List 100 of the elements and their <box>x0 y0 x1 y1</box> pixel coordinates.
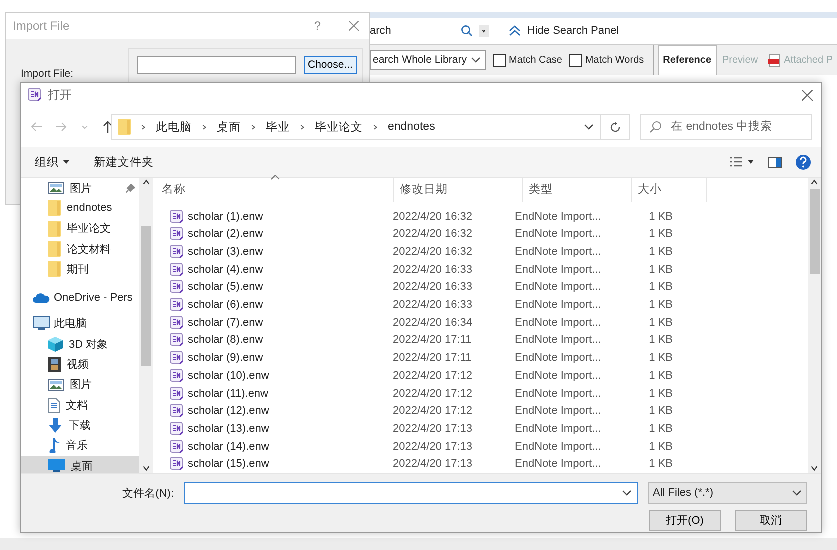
scrollbar-thumb[interactable] <box>810 189 820 274</box>
file-name-label: 文件名(N): <box>122 486 174 500</box>
size-cell-text: 1 KB <box>648 246 673 258</box>
file-name-cell[interactable]: scholar (8).enw <box>156 333 387 348</box>
document-icon <box>170 245 184 259</box>
organize-menu[interactable]: 组织 <box>35 154 70 170</box>
caret-icon <box>63 160 70 164</box>
down-arrow-icon <box>48 418 63 433</box>
picture-icon <box>48 182 64 194</box>
field-label: Import File: <box>21 68 75 80</box>
file-name-cell[interactable]: scholar (10).enw <box>156 368 387 383</box>
collapse-icon[interactable] <box>509 25 522 37</box>
document-icon <box>170 262 184 277</box>
breadcrumb-item[interactable]: endnotes <box>388 121 436 133</box>
column-header[interactable]: 大小 <box>632 178 707 202</box>
nav-item[interactable]: 图片 <box>21 374 139 395</box>
file-name-cell[interactable]: scholar (11).enw <box>156 386 387 400</box>
file-name-cell[interactable]: scholar (2).enw <box>156 227 387 242</box>
type-cell-text: EndNote Import... <box>514 352 602 364</box>
nav-item[interactable]: 毕业论文 <box>21 218 139 239</box>
scope-dropdown[interactable]: earch Whole Library <box>370 50 486 70</box>
nav-item[interactable]: 论文材料 <box>21 238 139 260</box>
preview-pane-icon[interactable] <box>768 156 782 168</box>
date-cell-text: 2022/4/20 16:33 <box>392 281 474 294</box>
search-icon[interactable] <box>461 25 474 37</box>
hide-search-panel-button[interactable]: Hide Search Panel <box>527 25 620 37</box>
nav-item[interactable]: OneDrive - Pers <box>21 287 139 308</box>
nav-item[interactable]: 桌面 <box>21 456 139 473</box>
size-cell-text: 1 KB <box>648 440 673 453</box>
view-options-icon[interactable] <box>730 157 754 167</box>
file-name-cell[interactable]: scholar (9).enw <box>156 351 387 366</box>
nav-item[interactable]: 期刊 <box>21 259 139 280</box>
file-name-cell[interactable]: scholar (4).enw <box>156 262 387 277</box>
type-cell-text: EndNote Import... <box>514 334 602 346</box>
close-icon[interactable] <box>349 21 359 31</box>
chevron-right-icon <box>372 124 379 130</box>
chevron-right-icon <box>201 124 208 130</box>
file-name-cell[interactable]: scholar (3).enw <box>156 245 387 259</box>
refresh-icon <box>610 122 620 132</box>
dropdown-button[interactable] <box>479 25 490 37</box>
breadcrumb-item[interactable]: 毕业论文 <box>315 120 363 134</box>
close-icon[interactable] <box>802 90 813 100</box>
dialog-button[interactable]: 取消 <box>735 510 807 531</box>
choose-button[interactable]: Choose... <box>304 56 357 74</box>
up-arrow-icon[interactable] <box>103 121 113 133</box>
nav-item[interactable]: 此电脑 <box>21 314 139 334</box>
file-type-dropdown[interactable]: All Files (*.*) <box>648 482 807 504</box>
chevron-down-icon <box>471 55 482 65</box>
nav-item[interactable]: endnotes <box>21 198 139 219</box>
new-folder-button[interactable]: 新建文件夹 <box>94 154 154 170</box>
nav-item[interactable]: 3D 对象 <box>21 334 139 354</box>
breadcrumb-item[interactable]: 此电脑 <box>156 120 192 134</box>
nav-item[interactable]: 音乐 <box>21 436 139 456</box>
file-path-field[interactable] <box>137 56 296 74</box>
file-name-cell[interactable]: scholar (5).enw <box>156 280 387 294</box>
document-icon <box>170 316 184 330</box>
sort-caret-icon <box>271 175 280 180</box>
type-cell-text: EndNote Import... <box>514 210 602 223</box>
column-header[interactable]: 名称 <box>156 178 394 202</box>
address-bar[interactable]: 此电脑 桌面 毕业 毕业论文 endnotes <box>111 114 601 140</box>
column-header[interactable]: 修改日期 <box>394 178 523 202</box>
file-name-cell[interactable]: scholar (14).enw <box>156 440 387 454</box>
refresh-button[interactable] <box>601 114 630 140</box>
help-button[interactable]: ? <box>314 19 321 33</box>
cloud-icon <box>33 292 50 303</box>
scrollbar[interactable] <box>808 178 821 473</box>
type-cell-text: EndNote Import... <box>514 281 602 294</box>
file-name-field[interactable] <box>184 482 638 504</box>
file-name-cell[interactable]: scholar (13).enw <box>156 422 387 436</box>
file-name-cell[interactable]: scholar (7).enw <box>156 316 387 330</box>
cube-icon <box>48 336 63 352</box>
option-checkbox[interactable]: Match Case <box>493 54 562 66</box>
nav-item[interactable]: 视频 <box>21 354 139 375</box>
dialog-button[interactable]: 打开(O) <box>649 510 721 531</box>
panel-tab[interactable]: Reference <box>658 45 716 75</box>
folder-icon <box>118 119 131 135</box>
nav-item[interactable]: 下载 <box>21 415 139 436</box>
document-icon <box>170 422 184 436</box>
type-cell-text: EndNote Import... <box>514 440 602 453</box>
help-icon[interactable] <box>796 154 811 170</box>
breadcrumb-item[interactable]: 桌面 <box>217 120 241 134</box>
type-cell-text: EndNote Import... <box>514 228 602 240</box>
type-cell-text: EndNote Import... <box>514 264 602 276</box>
size-cell-text: 1 KB <box>648 210 673 223</box>
file-name-cell[interactable]: scholar (6).enw <box>156 298 387 312</box>
search-field[interactable]: 在 endnotes 中搜索 <box>640 114 812 140</box>
size-cell-text: 1 KB <box>648 228 673 240</box>
file-name-cell[interactable]: scholar (12).enw <box>156 404 387 418</box>
nav-item[interactable]: 文档 <box>21 394 139 416</box>
document-icon <box>170 227 184 242</box>
column-header[interactable]: 类型 <box>523 178 632 202</box>
option-checkbox[interactable]: Match Words <box>569 54 644 66</box>
breadcrumb-item[interactable]: 毕业 <box>266 120 290 134</box>
chevron-right-icon <box>140 124 147 130</box>
nav-item[interactable]: 图片 <box>21 178 139 198</box>
scrollbar[interactable] <box>139 178 153 473</box>
file-name-cell[interactable]: scholar (1).enw <box>156 210 387 224</box>
size-cell-text: 1 KB <box>648 370 673 382</box>
file-name-cell[interactable]: scholar (15).enw <box>156 457 387 472</box>
scrollbar-thumb[interactable] <box>141 226 151 366</box>
